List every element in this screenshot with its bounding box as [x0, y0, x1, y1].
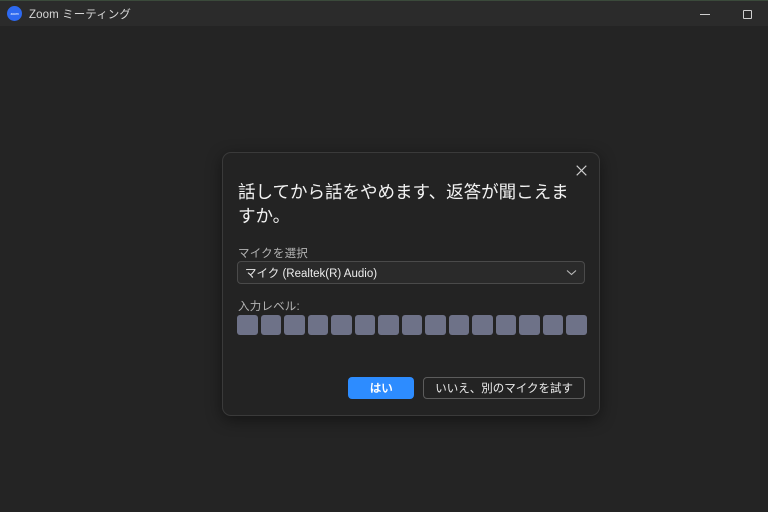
zoom-meeting-window: zoom Zoom ミーティング 話してから話をやめます、返答が聞こえますか。 … [0, 0, 768, 512]
level-segment [237, 315, 258, 335]
level-segment [284, 315, 305, 335]
level-segment [472, 315, 493, 335]
level-segment [542, 315, 564, 335]
input-level-label: 入力レベル: [238, 301, 300, 313]
window-controls [684, 1, 768, 27]
meeting-content-area: 話してから話をやめます、返答が聞こえますか。 マイクを選択 マイク (Realt… [0, 26, 768, 512]
level-segment [378, 315, 399, 335]
minimize-icon [700, 13, 710, 15]
level-segment [401, 315, 423, 335]
mic-select-value: マイク (Realtek(R) Audio) [245, 267, 378, 280]
level-segment [448, 315, 470, 335]
try-another-mic-button[interactable]: いいえ、別のマイクを試す [423, 377, 585, 399]
mic-select-label: マイクを選択 [238, 248, 308, 260]
level-segment [260, 315, 282, 335]
level-segment [566, 315, 587, 335]
level-segment [519, 315, 540, 335]
window-title-bar[interactable]: zoom Zoom ミーティング [0, 0, 768, 26]
level-segment [307, 315, 329, 335]
confirm-yes-button[interactable]: はい [348, 377, 415, 399]
dialog-actions: はい いいえ、別のマイクを試す [348, 377, 585, 399]
minimize-button[interactable] [684, 1, 726, 27]
maximize-button[interactable] [726, 1, 768, 27]
input-level-meter [237, 315, 587, 335]
dialog-close-button[interactable] [569, 158, 593, 182]
chevron-down-icon [566, 269, 577, 276]
maximize-icon [742, 9, 752, 19]
level-segment [425, 315, 446, 335]
level-segment [354, 315, 376, 335]
zoom-logo-text: zoom [10, 10, 19, 16]
window-title: Zoom ミーティング [29, 8, 131, 21]
mic-select-dropdown[interactable]: マイク (Realtek(R) Audio) [237, 261, 585, 284]
dialog-heading: 話してから話をやめます、返答が聞こえますか。 [238, 182, 569, 226]
close-icon [575, 164, 587, 176]
zoom-logo-icon: zoom [7, 6, 22, 21]
level-segment [495, 315, 517, 335]
level-segment [331, 315, 352, 335]
mic-test-dialog: 話してから話をやめます、返答が聞こえますか。 マイクを選択 マイク (Realt… [222, 152, 600, 416]
